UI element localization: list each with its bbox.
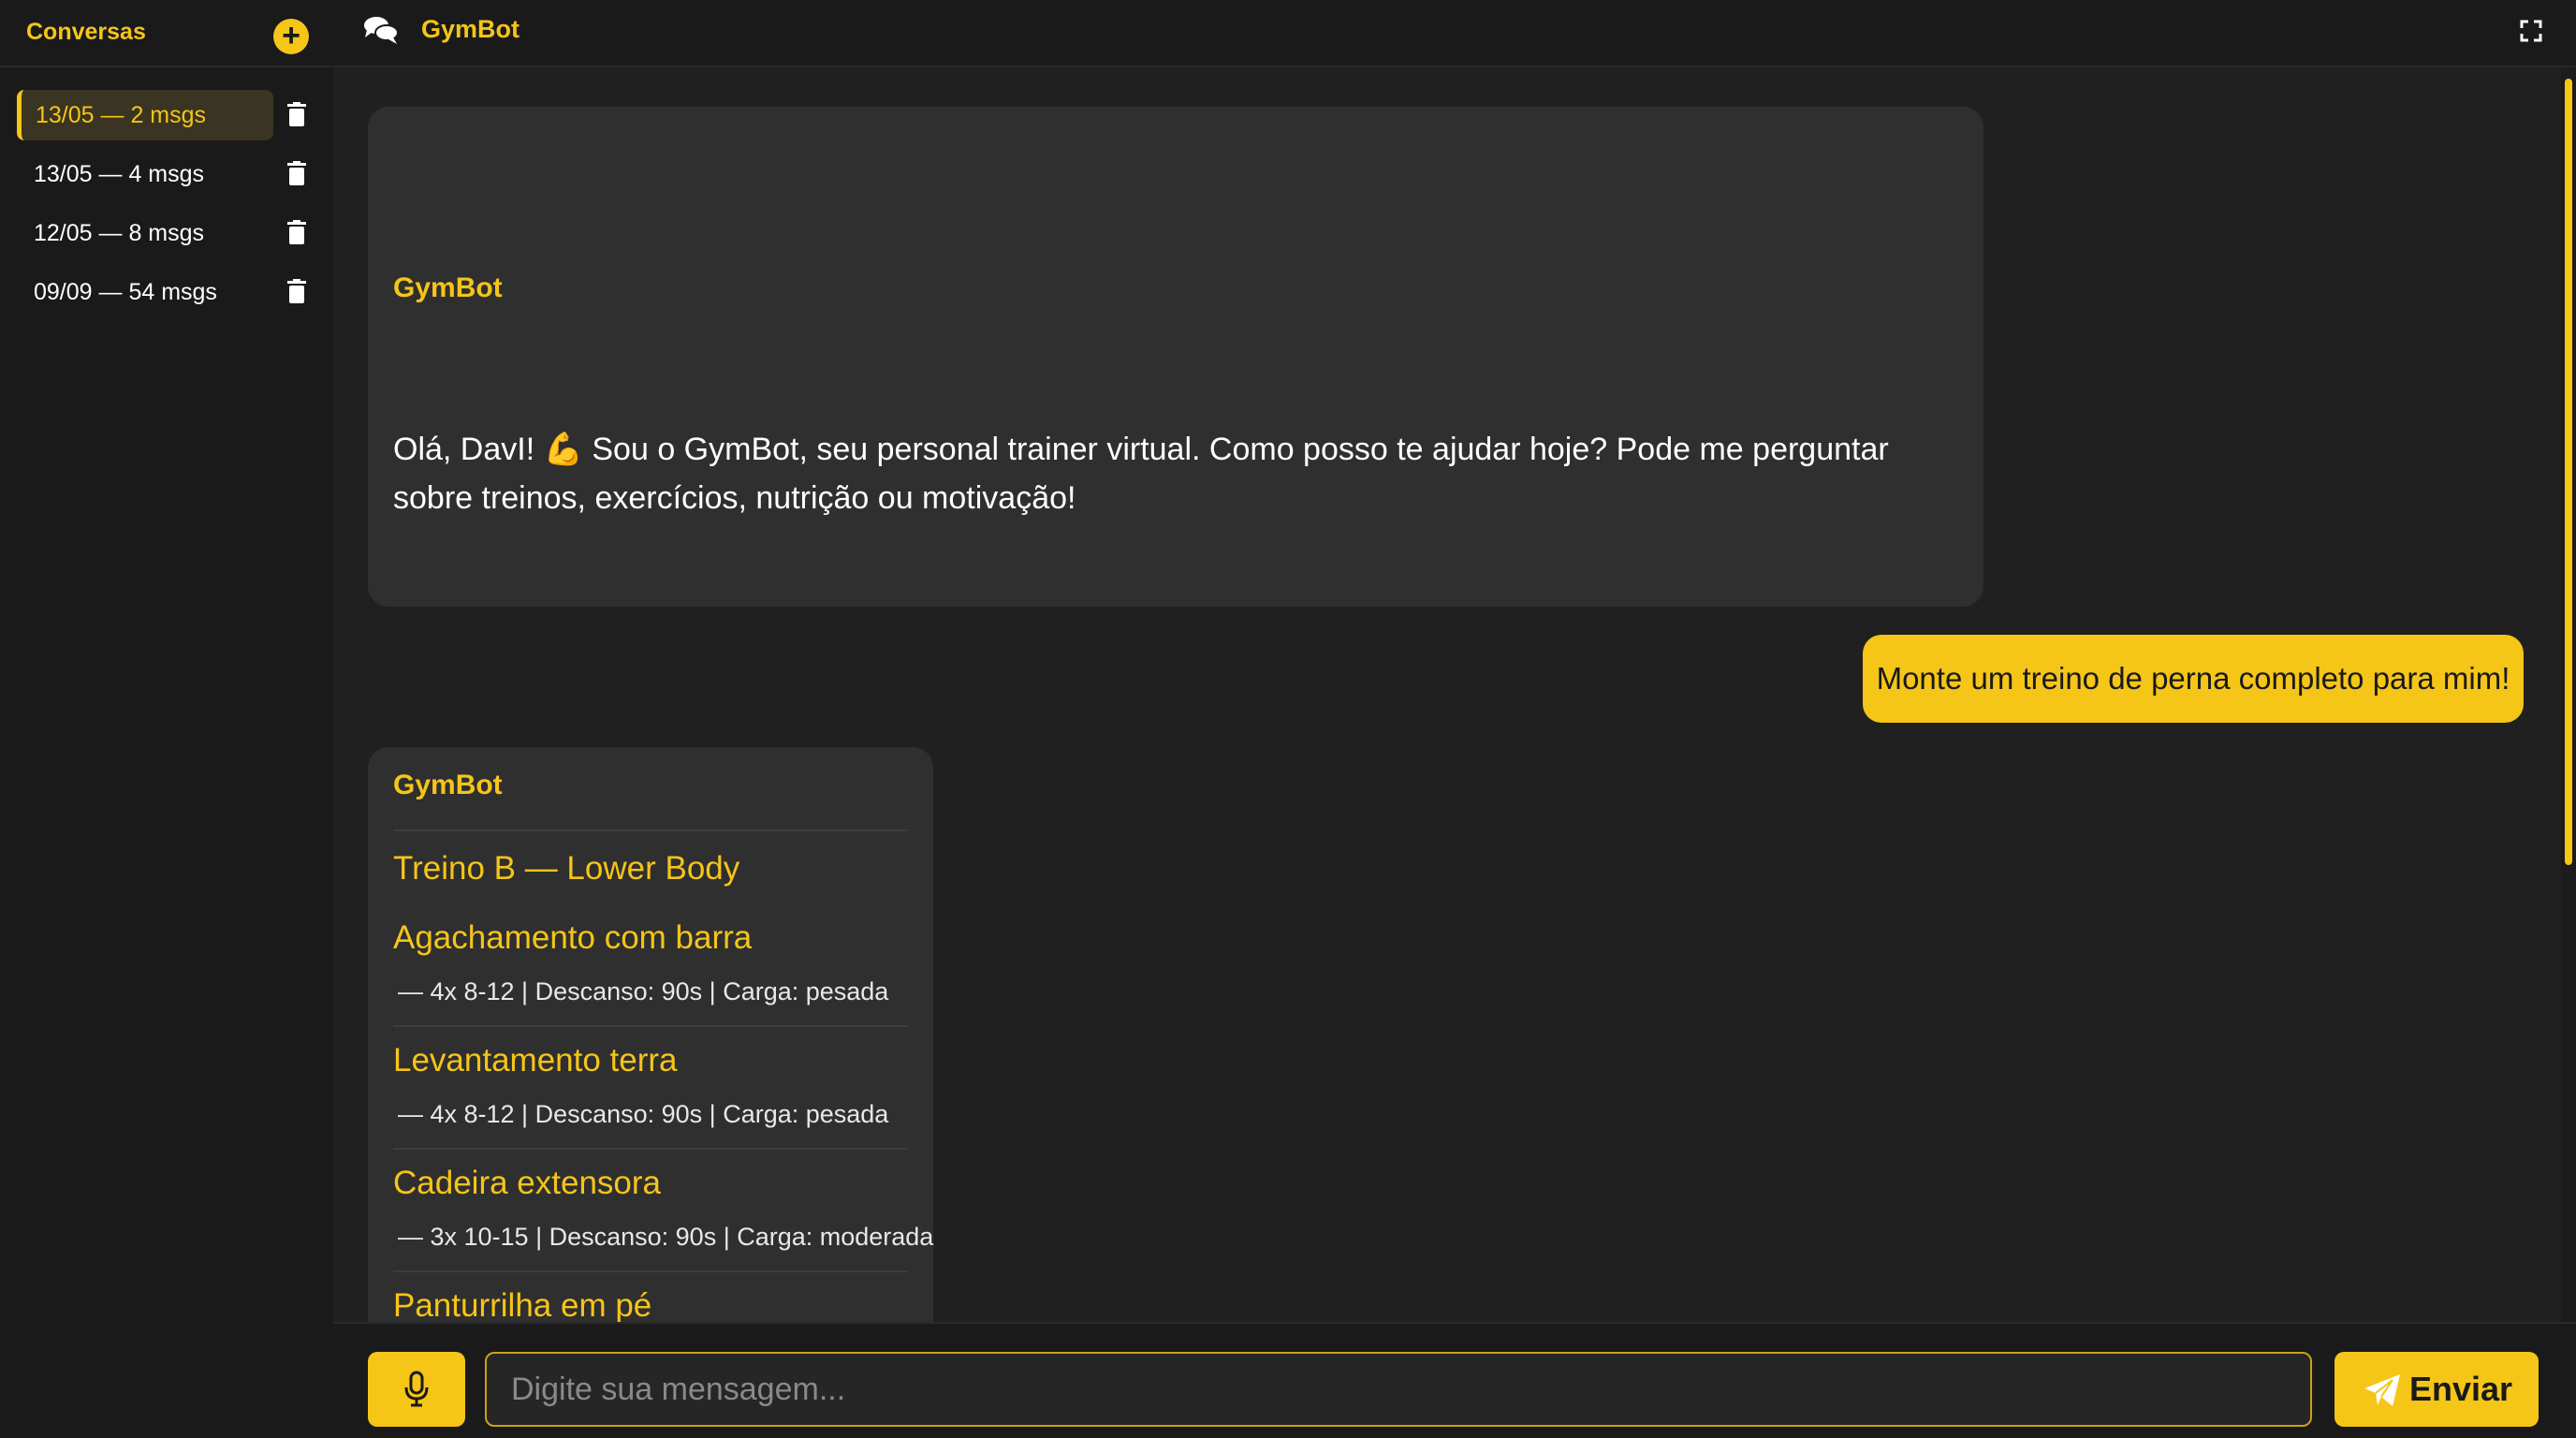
exercise-detail: — 4x 8-12 | Descanso: 90s | Carga: pesad… xyxy=(398,977,889,1005)
conversation-item: 09/09 — 54 msgs xyxy=(0,267,333,317)
divider xyxy=(393,829,908,831)
chat-messages: GymBot Olá, DavI! 💪 Sou o GymBot, seu pe… xyxy=(333,67,2561,1322)
message-composer: Enviar xyxy=(333,1322,2576,1438)
message-input[interactable] xyxy=(485,1352,2312,1427)
exercise-name: Levantamento terra xyxy=(393,1042,678,1078)
send-button-label: Enviar xyxy=(2409,1370,2513,1408)
scrollbar-thumb[interactable] xyxy=(2565,79,2572,865)
conversation-list: 13/05 — 2 msgs 13/05 — 4 msgs 12/05 — 8 … xyxy=(0,90,333,326)
gymbot-app: Conversas + 13/05 — 2 msgs 13/05 — 4 msg… xyxy=(0,0,2576,1438)
microphone-icon xyxy=(404,1371,429,1407)
app-title: GymBot xyxy=(421,15,520,43)
exercise-name: Agachamento com barra xyxy=(393,919,753,956)
bot-message: GymBot Olá, DavI! 💪 Sou o GymBot, seu pe… xyxy=(368,107,1983,607)
exercise-detail: — 3x 10-15 | Descanso: 90s | Carga: mode… xyxy=(398,1223,934,1251)
trash-icon[interactable] xyxy=(287,161,306,185)
sidebar: Conversas + 13/05 — 2 msgs 13/05 — 4 msg… xyxy=(0,0,333,1438)
conversation-item: 12/05 — 8 msgs xyxy=(0,208,333,258)
trash-icon[interactable] xyxy=(287,279,306,303)
exercise-name: Panturrilha em pé xyxy=(393,1287,652,1322)
microphone-button[interactable] xyxy=(368,1352,465,1427)
user-message: Monte um treino de perna completo para m… xyxy=(1863,635,2524,723)
divider xyxy=(393,1025,908,1027)
message-text: Olá, DavI! 💪 Sou o GymBot, seu personal … xyxy=(393,432,1889,516)
divider xyxy=(393,1270,908,1272)
conversation-item-label[interactable]: 13/05 — 2 msgs xyxy=(17,90,273,140)
send-icon xyxy=(2364,1374,2400,1406)
conversation-item-label[interactable]: 13/05 — 4 msgs xyxy=(17,149,273,199)
exercise-name: Cadeira extensora xyxy=(393,1165,661,1201)
send-button[interactable]: Enviar xyxy=(2334,1352,2539,1427)
trash-icon[interactable] xyxy=(287,220,306,244)
top-bar: GymBot xyxy=(333,0,2576,67)
message-sender: GymBot xyxy=(393,272,503,303)
trash-icon[interactable] xyxy=(287,102,306,126)
message-sender: GymBot xyxy=(393,770,503,800)
workout-title: Treino B — Lower Body xyxy=(393,850,740,887)
exercise-detail: — 4x 8-12 | Descanso: 90s | Carga: pesad… xyxy=(398,1100,889,1128)
conversation-item-label[interactable]: 12/05 — 8 msgs xyxy=(17,208,273,258)
divider xyxy=(393,1148,908,1150)
conversation-item: 13/05 — 2 msgs xyxy=(0,90,333,140)
bot-message: GymBot Treino B — Lower Body Agachamento… xyxy=(368,747,933,1322)
new-conversation-button[interactable]: + xyxy=(273,19,309,54)
add-icon: + xyxy=(282,18,300,53)
expand-icon[interactable] xyxy=(2520,20,2542,42)
sidebar-header: Conversas + xyxy=(0,0,333,67)
conversation-item-label[interactable]: 09/09 — 54 msgs xyxy=(17,267,273,317)
chat-icon xyxy=(364,17,399,44)
sidebar-title: Conversas xyxy=(26,19,146,45)
conversation-item: 13/05 — 4 msgs xyxy=(0,149,333,199)
